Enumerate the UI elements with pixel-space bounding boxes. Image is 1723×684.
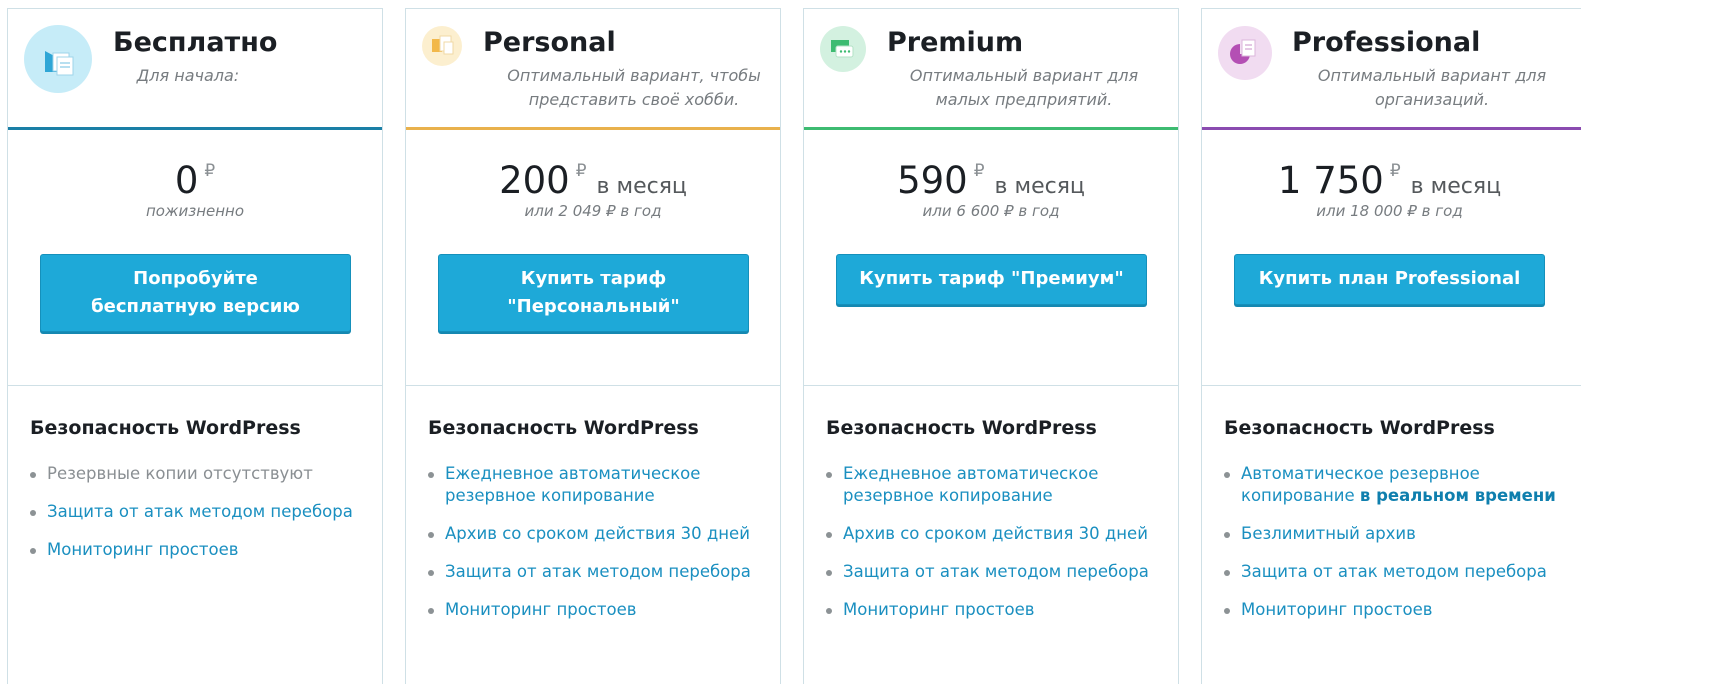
price-amount: 0 [174, 159, 199, 202]
try-free-button[interactable]: Попробуйте бесплатную версию [40, 254, 351, 332]
feature-item[interactable]: Защита от атак методом перебора [826, 561, 1172, 583]
plan-card-free: Бесплатно Для начала: 0 ₽ пожизненно Попр… [7, 8, 383, 684]
features-title: Безопасность WordPress [1224, 417, 1495, 439]
feature-list: Автоматическое резервное копирование в р… [1224, 463, 1575, 637]
pricing-table: Бесплатно Для начала: 0 ₽ пожизненно Попр… [0, 0, 1723, 684]
feature-item[interactable]: Автоматическое резервное копирование в р… [1224, 463, 1575, 507]
feature-item[interactable]: Защита от атак методом перебора [1224, 561, 1575, 583]
price-note: или 18 000 ₽ в год [1316, 202, 1463, 220]
divider [8, 385, 382, 386]
plan-subtitle: Оптимальный вариант для малых предприяти… [909, 66, 1139, 109]
buy-premium-button[interactable]: Купить тариф "Премиум" [836, 254, 1147, 305]
price-note: пожизненно [145, 202, 245, 220]
plan-header: Premium Оптимальный вариант для малых пр… [804, 9, 1178, 130]
plan-header: Personal Оптимальный вариант, чтобы пред… [406, 9, 780, 130]
feature-item[interactable]: Защита от атак методом перебора [428, 561, 774, 583]
feature-list: Ежедневное автоматическое резервное копи… [826, 463, 1172, 637]
price-amount: 200 [499, 159, 570, 202]
price: 200 ₽ в месяц [406, 159, 780, 202]
feature-item: Резервные копии отсутствуют [30, 463, 376, 485]
divider [1202, 385, 1581, 386]
plan-subtitle: Оптимальный вариант, чтобы представить с… [507, 66, 761, 109]
features-title: Безопасность WordPress [826, 417, 1097, 439]
price-period: в месяц [1410, 174, 1502, 199]
currency-symbol: ₽ [973, 161, 985, 181]
plan-name: Бесплатно [113, 27, 278, 58]
plan-name: Premium [887, 27, 1024, 58]
professional-chart-icon [1218, 26, 1272, 80]
currency-symbol: ₽ [575, 161, 587, 181]
price-period: в месяц [596, 174, 687, 199]
price-note: или 6 600 ₽ в год [922, 202, 1060, 220]
feature-item[interactable]: Защита от атак методом перебора [30, 501, 376, 523]
price: 590 ₽ в месяц [804, 159, 1178, 202]
price-amount: 590 [897, 159, 968, 202]
personal-files-icon [422, 26, 462, 66]
divider [804, 385, 1178, 386]
feature-item[interactable]: Архив со сроком действия 30 дней [826, 523, 1172, 545]
price: 1 750 ₽ в месяц [1202, 159, 1577, 202]
buy-personal-button[interactable]: Купить тариф "Персональный" [438, 254, 749, 332]
price-period: в месяц [994, 174, 1085, 199]
plan-name: Professional [1292, 27, 1481, 58]
divider [406, 385, 780, 386]
plan-name: Personal [483, 27, 616, 58]
feature-list: Ежедневное автоматическое резервное копи… [428, 463, 774, 637]
plan-card-personal: Personal Оптимальный вариант, чтобы пред… [405, 8, 781, 684]
premium-chat-icon [820, 26, 866, 72]
feature-list: Резервные копии отсутствуют Защита от ат… [30, 463, 376, 577]
plan-header: Бесплатно Для начала: [8, 9, 382, 130]
plan-card-premium: Premium Оптимальный вариант для малых пр… [803, 8, 1179, 684]
feature-item[interactable]: Мониторинг простоев [428, 599, 774, 621]
features-title: Безопасность WordPress [428, 417, 699, 439]
currency-symbol: ₽ [1389, 161, 1401, 181]
plan-subtitle: Для начала: [136, 66, 240, 85]
feature-item[interactable]: Мониторинг простоев [30, 539, 376, 561]
plan-subtitle: Оптимальный вариант для организаций. [1317, 66, 1547, 109]
feature-item[interactable]: Ежедневное автоматическое резервное копи… [428, 463, 774, 507]
feature-emphasis: в реальном времени [1359, 486, 1556, 505]
feature-item[interactable]: Архив со сроком действия 30 дней [428, 523, 774, 545]
plan-header: Professional Оптимальный вариант для орг… [1202, 9, 1581, 130]
plan-card-professional: Professional Оптимальный вариант для орг… [1201, 8, 1581, 684]
currency-symbol: ₽ [204, 161, 216, 181]
feature-item[interactable]: Безлимитный архив [1224, 523, 1575, 545]
price-note: или 2 049 ₽ в год [524, 202, 662, 220]
features-title: Безопасность WordPress [30, 417, 301, 439]
feature-item[interactable]: Мониторинг простоев [1224, 599, 1575, 621]
backup-documents-icon [24, 25, 92, 93]
price-amount: 1 750 [1277, 159, 1384, 202]
feature-item[interactable]: Ежедневное автоматическое резервное копи… [826, 463, 1172, 507]
price: 0 ₽ [8, 159, 382, 202]
buy-professional-button[interactable]: Купить план Professional [1234, 254, 1545, 305]
feature-item[interactable]: Мониторинг простоев [826, 599, 1172, 621]
